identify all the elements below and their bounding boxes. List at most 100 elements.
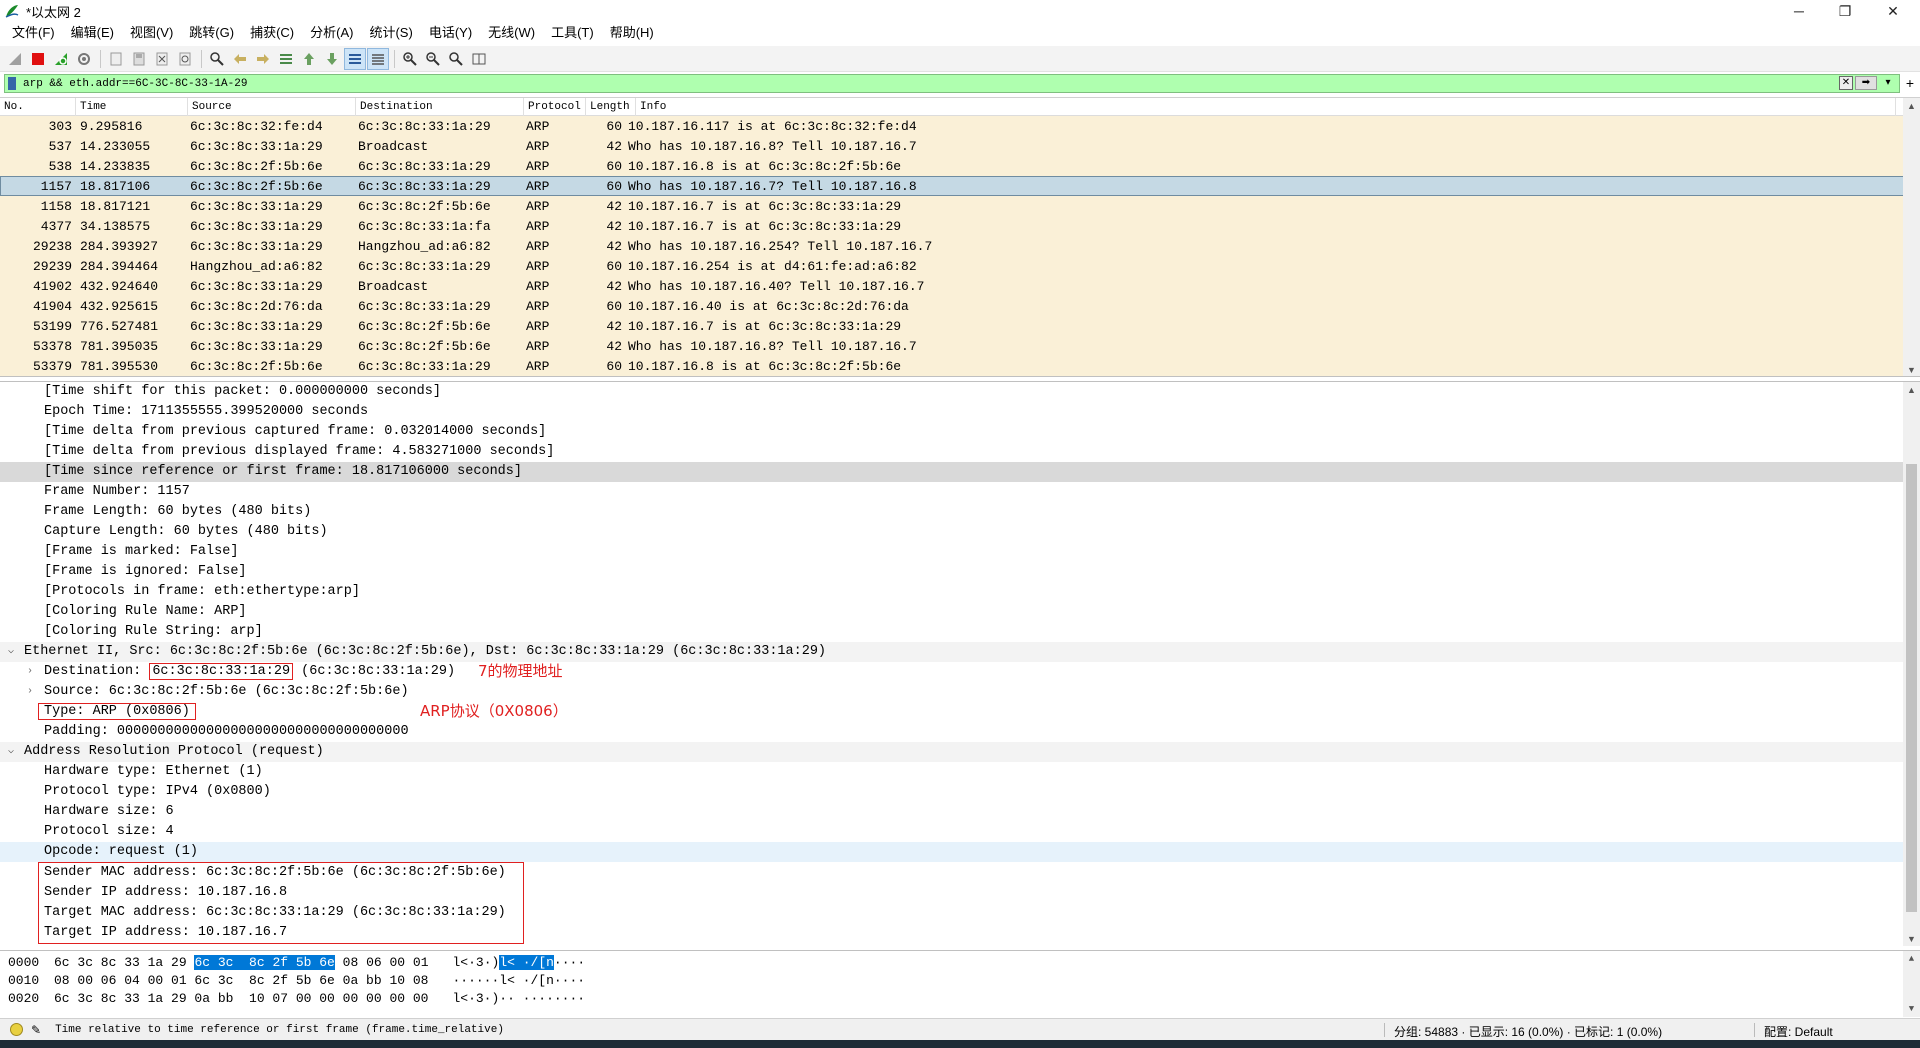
eth-type-item[interactable]: Type: ARP (0x0806) ARP协议（0X0806） [0,702,1920,722]
bookmark-icon[interactable] [8,77,16,90]
colorize-button[interactable] [367,47,389,70]
scroll-down-arrow-icon[interactable]: ▼ [1903,1001,1920,1017]
reload-file-button[interactable] [174,48,196,70]
arp-field-item[interactable]: Opcode: request (1) [0,842,1920,862]
scroll-up-arrow-icon[interactable]: ▲ [1903,951,1920,967]
arp-tree-item[interactable]: ⌵ Address Resolution Protocol (request) [0,742,1920,762]
go-to-packet-button[interactable] [275,48,297,70]
first-packet-button[interactable] [298,48,320,70]
menu-analyze[interactable]: 分析(A) [302,22,361,44]
details-scrollbar[interactable]: ▲ ▼ [1903,382,1920,946]
scroll-up-arrow-icon[interactable]: ▲ [1903,98,1920,114]
restart-capture-button[interactable] [50,48,72,70]
profile-label[interactable]: 配置: Default [1764,1023,1833,1040]
eth-destination-item[interactable]: › Destination: 6c:3c:8c:33:1a:29 (6c:3c:… [0,662,1920,682]
column-header-destination[interactable]: Destination [356,98,524,116]
column-header-time[interactable]: Time [76,98,188,116]
frame-detail-item[interactable]: [Time delta from previous displayed fram… [0,442,1920,462]
details-scrollbar-thumb[interactable] [1906,464,1917,912]
menu-wireless[interactable]: 无线(W) [480,22,543,44]
frame-detail-item[interactable]: [Time since reference or first frame: 18… [0,462,1920,482]
hex-row[interactable]: 0010 08 00 06 04 00 01 6c 3c 8c 2f 5b 6e … [0,972,1920,990]
column-header-source[interactable]: Source [188,98,356,116]
find-packet-button[interactable] [206,48,228,70]
chevron-down-icon[interactable]: ⌵ [8,642,14,662]
add-filter-button[interactable]: + [1906,75,1914,91]
column-header-no[interactable]: No. [0,98,76,116]
go-back-button[interactable] [229,48,251,70]
zoom-out-button[interactable] [422,48,444,70]
clear-filter-button[interactable]: ✕ [1839,76,1853,90]
minimize-button[interactable]: ─ [1776,0,1822,22]
menu-statistics[interactable]: 统计(S) [361,22,420,44]
scroll-down-arrow-icon[interactable]: ▼ [1903,931,1920,946]
arp-field-item[interactable]: Hardware size: 6 [0,802,1920,822]
stop-capture-button[interactable] [27,48,49,70]
packet-row[interactable]: 41904 432.925615 6c:3c:8c:2d:76:da 6c:3c:8c… [0,296,1920,316]
close-button[interactable]: ✕ [1870,0,1916,22]
resize-columns-button[interactable] [468,48,490,70]
arp-address-item[interactable]: Sender IP address: 10.187.16.8 [39,883,523,903]
frame-detail-item[interactable]: [Time shift for this packet: 0.000000000… [0,382,1920,402]
chevron-down-icon[interactable]: ⌵ [8,742,14,762]
hex-row[interactable]: 0000 6c 3c 8c 33 1a 29 6c 3c 8c 2f 5b 6e … [0,954,1920,972]
scroll-up-arrow-icon[interactable]: ▲ [1903,382,1920,398]
packet-row[interactable]: 537 14.233055 6c:3c:8c:33:1a:29 Broadcast AR… [0,136,1920,156]
expert-info-icon[interactable] [10,1023,23,1036]
packet-row[interactable]: 41902 432.924640 6c:3c:8c:33:1a:29 Broadcas… [0,276,1920,296]
packet-row[interactable]: 53379 781.395530 6c:3c:8c:2f:5b:6e 6c:3c:8c… [0,356,1920,376]
packet-row[interactable]: 1157 18.817106 6c:3c:8c:2f:5b:6e 6c:3c:8c:3… [0,176,1920,196]
arp-address-item[interactable]: Sender MAC address: 6c:3c:8c:2f:5b:6e (6… [39,863,523,883]
frame-detail-item[interactable]: [Frame is marked: False] [0,542,1920,562]
packet-list-scrollbar[interactable]: ▲ ▼ [1903,98,1920,376]
menu-tools[interactable]: 工具(T) [543,22,602,44]
scroll-down-arrow-icon[interactable]: ▼ [1903,362,1920,376]
column-header-info[interactable]: Info [636,98,1896,116]
display-filter-input[interactable] [5,75,1805,92]
column-header-length[interactable]: Length [586,98,636,116]
chevron-right-icon[interactable]: › [27,662,33,682]
packet-row[interactable]: 538 14.233835 6c:3c:8c:2f:5b:6e 6c:3c:8c:33… [0,156,1920,176]
arp-address-item[interactable]: Target IP address: 10.187.16.7 [39,923,523,943]
eth-padding-item[interactable]: Padding: 0000000000000000000000000000000… [0,722,1920,742]
bytes-scrollbar[interactable]: ▲ ▼ [1903,951,1920,1017]
packet-row[interactable]: 29239 284.394464 Hangzhou_ad:a6:82 6c:3c:8c… [0,256,1920,276]
zoom-in-button[interactable] [399,48,421,70]
packet-row[interactable]: 53378 781.395035 6c:3c:8c:33:1a:29 6c:3c:8c… [0,336,1920,356]
packet-row[interactable]: 53199 776.527481 6c:3c:8c:33:1a:29 6c:3c:8c… [0,316,1920,336]
packet-row[interactable]: 4377 34.138575 6c:3c:8c:33:1a:29 6c:3c:8c:3… [0,216,1920,236]
restore-button[interactable]: ❐ [1822,0,1868,22]
capture-options-button[interactable] [73,48,95,70]
packet-row[interactable]: 303 9.295816 6c:3c:8c:32:fe:d4 6c:3c:8c:33:… [0,116,1920,136]
edit-comment-icon[interactable]: ✎ [31,1023,41,1037]
frame-detail-item[interactable]: Frame Length: 60 bytes (480 bits) [0,502,1920,522]
ethernet-tree-item[interactable]: ⌵ Ethernet II, Src: 6c:3c:8c:2f:5b:6e (6… [0,642,1920,662]
chevron-right-icon[interactable]: › [27,682,33,702]
menu-edit[interactable]: 编辑(E) [63,22,122,44]
hex-row[interactable]: 0020 6c 3c 8c 33 1a 29 0a bb 10 07 00 00 … [0,990,1920,1008]
last-packet-button[interactable] [321,48,343,70]
packet-row[interactable]: 1158 18.817121 6c:3c:8c:33:1a:29 6c:3c:8c:2… [0,196,1920,216]
arp-field-item[interactable]: Protocol type: IPv4 (0x0800) [0,782,1920,802]
menu-view[interactable]: 视图(V) [122,22,181,44]
menu-go[interactable]: 跳转(G) [181,22,242,44]
frame-detail-item[interactable]: Capture Length: 60 bytes (480 bits) [0,522,1920,542]
arp-field-item[interactable]: Hardware type: Ethernet (1) [0,762,1920,782]
menu-capture[interactable]: 捕获(C) [242,22,302,44]
frame-detail-item[interactable]: [Frame is ignored: False] [0,562,1920,582]
menu-file[interactable]: 文件(F) [4,22,63,44]
frame-detail-item[interactable]: [Coloring Rule Name: ARP] [0,602,1920,622]
zoom-normal-button[interactable] [445,48,467,70]
autoscroll-button[interactable] [344,47,366,70]
close-file-button[interactable] [151,48,173,70]
arp-field-item[interactable]: Protocol size: 4 [0,822,1920,842]
open-file-button[interactable] [105,48,127,70]
frame-detail-item[interactable]: Epoch Time: 1711355555.399520000 seconds [0,402,1920,422]
frame-detail-item[interactable]: [Time delta from previous captured frame… [0,422,1920,442]
packet-row[interactable]: 29238 284.393927 6c:3c:8c:33:1a:29 Hangzhou… [0,236,1920,256]
eth-source-item[interactable]: › Source: 6c:3c:8c:2f:5b:6e (6c:3c:8c:2f… [0,682,1920,702]
menu-telephony[interactable]: 电话(Y) [421,22,480,44]
column-header-protocol[interactable]: Protocol [524,98,586,116]
frame-detail-item[interactable]: Frame Number: 1157 [0,482,1920,502]
arp-address-item[interactable]: Target MAC address: 6c:3c:8c:33:1a:29 (6… [39,903,523,923]
